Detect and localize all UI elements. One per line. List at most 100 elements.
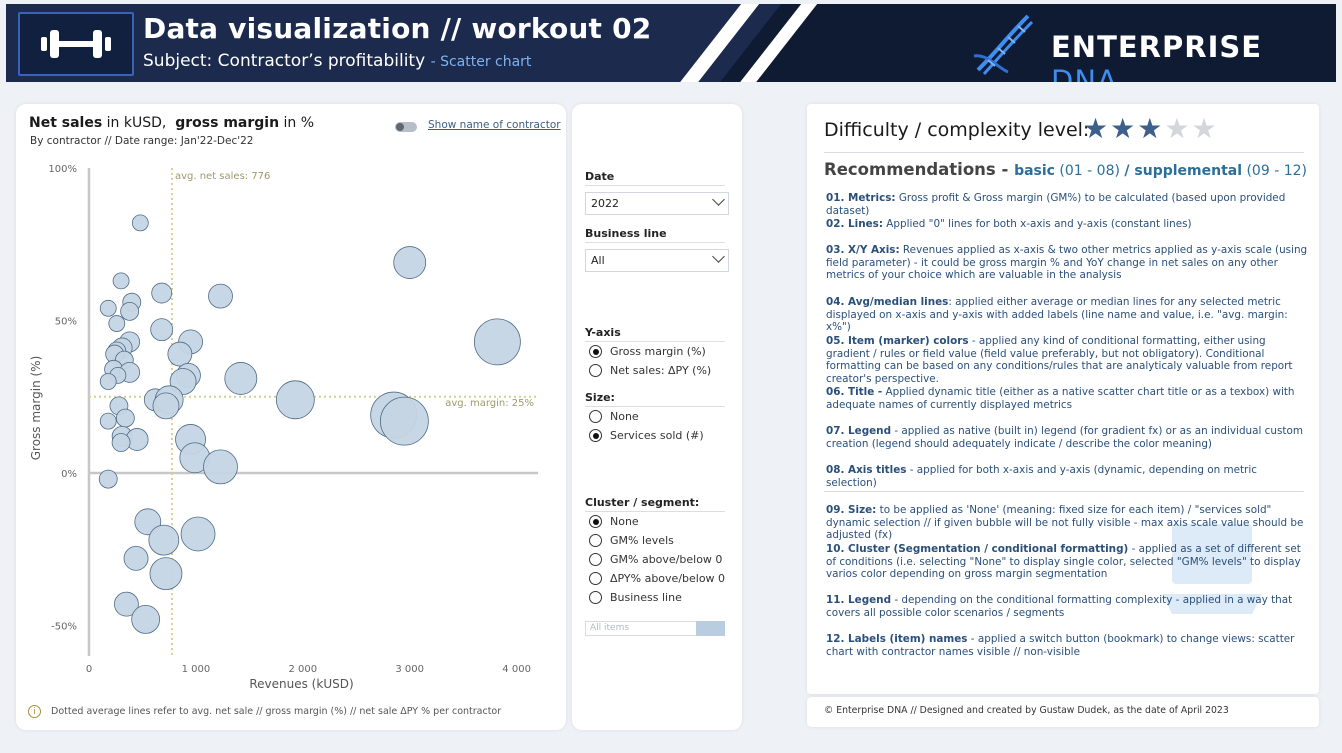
scatter-point[interactable]	[99, 373, 117, 390]
scatter-point[interactable]	[224, 362, 258, 395]
scatter-point[interactable]	[473, 318, 521, 366]
reco-basic: basic	[1014, 163, 1055, 179]
star-icon: ★	[1191, 112, 1217, 145]
cluster-radio-2[interactable]: GM% above/below 0	[589, 553, 722, 566]
scatter-point[interactable]	[108, 315, 126, 332]
cluster-option-label: GM% above/below 0	[610, 553, 723, 566]
scatter-point[interactable]	[115, 408, 135, 428]
x-tick-label: 1 000	[182, 664, 211, 675]
size-label: Size:	[585, 391, 725, 407]
recommendation-item: 07. Legend - applied as native (built in…	[826, 425, 1310, 450]
scatter-point[interactable]	[111, 433, 131, 452]
recommendation-item: 08. Axis titles - applied for both x-axi…	[826, 464, 1310, 489]
recommendation-text: Applied dynamic title (either as a nativ…	[826, 386, 1295, 411]
recommendation-item: 03. X/Y Axis: Revenues applied as x-axis…	[826, 244, 1310, 282]
cluster-option-label: GM% levels	[610, 534, 674, 547]
cluster-radio-0[interactable]: None	[589, 515, 639, 528]
radio-circle[interactable]	[589, 429, 602, 442]
date-dropdown[interactable]: 2022	[585, 192, 729, 215]
y-axis-radio-1[interactable]: Net sales: ΔPY (%)	[589, 364, 711, 377]
business-line-label: Business line	[585, 227, 725, 243]
recommendation-text: - depending on the conditional formattin…	[826, 594, 1293, 619]
reco-title: Recommendations	[824, 160, 996, 179]
scatter-chart: 100% 50% 0% -50% 0 1 000 2 000 3 000 4 000 Revenu…	[29, 164, 538, 691]
y-tick-label: 0%	[61, 469, 77, 480]
scatter-point[interactable]	[379, 396, 429, 446]
radio-circle[interactable]	[589, 591, 602, 604]
scatter-point[interactable]	[131, 605, 161, 634]
scatter-point[interactable]	[150, 318, 174, 342]
brand-logo: ENTERPRISE DNA	[1051, 30, 1336, 82]
y-axis-radio-0[interactable]: Gross margin (%)	[589, 345, 706, 358]
reco-supplemental: supplemental	[1134, 163, 1243, 179]
scatter-point[interactable]	[203, 449, 238, 485]
radio-circle[interactable]	[589, 345, 602, 358]
radio-circle[interactable]	[589, 410, 602, 423]
divider	[824, 491, 1304, 492]
size-option-label: None	[610, 410, 639, 423]
size-radio-0[interactable]: None	[589, 410, 639, 423]
scatter-point[interactable]	[275, 380, 315, 420]
scatter-point[interactable]	[120, 301, 140, 321]
scatter-point[interactable]	[152, 392, 180, 420]
cluster-radio-1[interactable]: GM% levels	[589, 534, 674, 547]
recommendation-key: 07. Legend	[826, 425, 892, 437]
avg-margin-label: avg. margin: 25%	[445, 398, 534, 409]
date-dropdown-value: 2022	[591, 197, 619, 210]
scatter-point[interactable]	[123, 545, 149, 571]
scatter-point[interactable]	[393, 246, 427, 279]
scatter-point[interactable]	[208, 283, 233, 309]
recommendations-subheading: Recommendations - basic (01 - 08) / supp…	[824, 160, 1307, 179]
scatter-point[interactable]	[99, 299, 117, 317]
dumbbell-icon	[41, 30, 111, 58]
scatter-point[interactable]	[151, 282, 173, 304]
scatter-point[interactable]	[98, 469, 118, 489]
credits-footer: © Enterprise DNA // Designed and created…	[807, 697, 1319, 727]
y-tick-label: 50%	[55, 317, 77, 328]
scatter-point[interactable]	[99, 412, 117, 430]
avg-net-sales-label: avg. net sales: 776	[175, 171, 270, 182]
cluster-option-label: Business line	[610, 591, 682, 604]
credits-text: © Enterprise DNA // Designed and created…	[824, 705, 1229, 716]
chevron-down-icon	[712, 250, 725, 263]
search-scroll-bar[interactable]	[696, 621, 725, 636]
radio-circle[interactable]	[589, 534, 602, 547]
scatter-point[interactable]	[112, 272, 130, 290]
business-line-dropdown[interactable]: All	[585, 249, 729, 272]
radio-circle[interactable]	[589, 364, 602, 377]
recommendation-item: 01. Metrics: Gross profit & Gross margin…	[826, 192, 1310, 217]
size-radio-1[interactable]: Services sold (#)	[589, 429, 704, 442]
cluster-radio-4[interactable]: Business line	[589, 591, 682, 604]
recommendation-text: to be applied as 'None' (meaning: fixed …	[826, 504, 1304, 542]
x-tick-label: 0	[86, 664, 92, 675]
workout-logo	[18, 12, 134, 76]
footnote-text: Dotted average lines refer to avg. net s…	[51, 706, 502, 717]
scatter-point[interactable]	[148, 524, 180, 556]
radio-circle[interactable]	[589, 553, 602, 566]
scatter-point[interactable]	[180, 516, 216, 552]
date-slicer-label: Date	[585, 170, 725, 186]
header-banner: Data visualization // workout 02 Subject…	[6, 4, 1336, 82]
scatter-point[interactable]	[131, 214, 149, 232]
y-axis-label: Y-axis	[585, 326, 725, 342]
scatter-point[interactable]	[167, 341, 193, 367]
y-axis-option-label: Net sales: ΔPY (%)	[610, 364, 712, 377]
recommendation-item: 12. Labels (item) names - applied a swit…	[826, 633, 1310, 658]
recommendation-key: 09. Size:	[826, 504, 877, 516]
dna-icon	[973, 14, 1034, 76]
recommendation-key: 10. Cluster (Segmentation / conditional …	[826, 543, 1129, 555]
business-line-value: All	[591, 254, 605, 267]
radio-circle[interactable]	[589, 515, 602, 528]
x-tick-label: 2 000	[288, 664, 317, 675]
chevron-down-icon	[712, 193, 725, 206]
brand-accent: DNA	[1051, 64, 1118, 82]
radio-circle[interactable]	[589, 572, 602, 585]
cluster-radio-3[interactable]: ΔPY% above/below 0	[589, 572, 725, 585]
recommendation-item: 10. Cluster (Segmentation / conditional …	[826, 543, 1310, 581]
scatter-chart-panel: Net sales in kUSD, gross margin in % By …	[16, 104, 566, 730]
recommendation-item: 02. Lines: Applied "0" lines for both x-…	[826, 218, 1310, 231]
star-icon: ★	[1137, 112, 1163, 145]
star-icon: ★	[1083, 112, 1109, 145]
y-tick-label: 100%	[48, 164, 77, 175]
scatter-point[interactable]	[149, 557, 183, 591]
